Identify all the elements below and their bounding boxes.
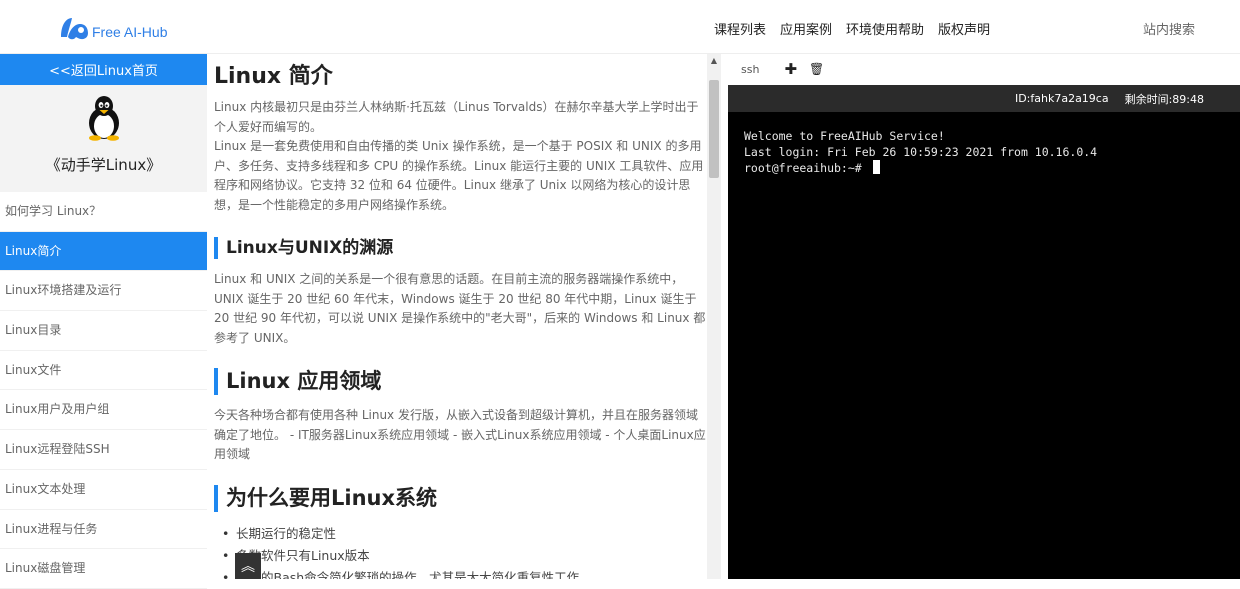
- list-item: 长期运行的稳定性: [222, 523, 707, 545]
- terminal-panel: ssh ✚ 🗑 ID:fahk7a2a19ca 剩余时间:89:48 Welco…: [721, 54, 1240, 579]
- top-navbar: Free AI-Hub 课程列表 应用案例 环境使用帮助 版权声明 站内搜索: [0, 0, 1240, 54]
- why-linux-list: 长期运行的稳定性 多数软件只有Linux版本 熟练的Bash命令简化繁琐的操作，…: [214, 523, 707, 580]
- terminal-cursor: [872, 160, 880, 174]
- course-sidebar: <<返回Linux首页 《动手学Linux》 如何学习 Linux？ Linux…: [0, 54, 207, 589]
- book-header: 《动手学Linux》: [0, 85, 207, 192]
- chapter-text-processing[interactable]: Linux文本处理: [0, 469, 207, 510]
- terminal-prompt: root@freeaihub:~#: [744, 161, 869, 175]
- section-paragraph-applications: 今天各种场合都有使用各种 Linux 发行版，从嵌入式设备到超级计算机，并且在服…: [214, 408, 706, 461]
- chapter-how-to-learn[interactable]: 如何学习 Linux？: [0, 192, 207, 232]
- chapter-users-groups[interactable]: Linux用户及用户组: [0, 390, 207, 431]
- nav-env-help[interactable]: 环境使用帮助: [846, 19, 924, 38]
- back-to-top-button[interactable]: ︽: [235, 553, 261, 579]
- chapter-env-setup[interactable]: Linux环境搭建及运行: [0, 271, 207, 312]
- intro-paragraph-2: Linux 是一套免费使用和自由传播的类 Unix 操作系统，是一个基于 POS…: [214, 139, 704, 212]
- terminal-status-bar: ID:fahk7a2a19ca 剩余时间:89:48: [728, 85, 1240, 112]
- chapter-linux-intro[interactable]: Linux简介: [0, 231, 207, 272]
- section-heading-applications: Linux 应用领域: [214, 368, 707, 395]
- terminal-line: Last login: Fri Feb 26 10:59:23 2021 fro…: [744, 145, 1098, 159]
- section-heading-unix-origin: Linux与UNIX的渊源: [214, 237, 707, 259]
- chapter-processes[interactable]: Linux进程与任务: [0, 509, 207, 550]
- logo-icon: [61, 18, 88, 40]
- chapter-files[interactable]: Linux文件: [0, 350, 207, 391]
- scroll-up-arrow-icon[interactable]: ▲: [707, 54, 721, 68]
- nav-copyright[interactable]: 版权声明: [938, 19, 990, 38]
- content-scrollbar[interactable]: ▲: [707, 54, 721, 579]
- article-content: Linux 简介 Linux 内核最初只是由芬兰人林纳斯·托瓦兹（Linus T…: [207, 54, 707, 579]
- chapter-disk[interactable]: Linux磁盘管理: [0, 549, 207, 589]
- terminal-prompt-line: root@freeaihub:~#: [744, 160, 1240, 176]
- tab-ssh[interactable]: ssh: [728, 54, 773, 85]
- terminal-screen[interactable]: Welcome to FreeAIHub Service! Last login…: [728, 112, 1240, 579]
- plus-icon[interactable]: ✚: [784, 54, 797, 85]
- site-search-link[interactable]: 站内搜索: [1143, 19, 1195, 38]
- chapter-menu: 如何学习 Linux？ Linux简介 Linux环境搭建及运行 Linux目录…: [0, 192, 207, 589]
- site-logo[interactable]: Free AI-Hub: [58, 14, 167, 44]
- back-to-linux-home-button[interactable]: <<返回Linux首页: [0, 54, 207, 85]
- nav-course-list[interactable]: 课程列表: [714, 19, 766, 38]
- double-chevron-up-icon: ︽: [241, 559, 255, 575]
- page-title: Linux 简介: [214, 64, 333, 89]
- chapter-directories[interactable]: Linux目录: [0, 311, 207, 351]
- book-title: 《动手学Linux》: [45, 156, 162, 174]
- trash-icon[interactable]: 🗑: [809, 54, 824, 85]
- intro-paragraph-1: Linux 内核最初只是由芬兰人林纳斯·托瓦兹（Linus Torvalds）在…: [214, 100, 699, 134]
- list-item: 熟练的Bash命令简化繁琐的操作，尤其是大大简化重复性工作: [222, 567, 707, 580]
- nav-use-cases[interactable]: 应用案例: [780, 19, 832, 38]
- main-nav: 课程列表 应用案例 环境使用帮助 版权声明: [714, 19, 990, 38]
- logo-text: Free AI-Hub: [92, 24, 168, 40]
- session-id: ID:fahk7a2a19ca: [1014, 92, 1109, 105]
- time-remaining: 剩余时间:89:48: [1124, 92, 1204, 106]
- scroll-thumb[interactable]: [709, 80, 719, 178]
- terminal-tabs: ssh ✚ 🗑: [728, 54, 824, 85]
- chapter-ssh[interactable]: Linux远程登陆SSH: [0, 430, 207, 470]
- section-heading-why-linux: 为什么要用Linux系统: [214, 484, 707, 512]
- section-paragraph-unix-origin: Linux 和 UNIX 之间的关系是一个很有意思的话题。在目前主流的服务器端操…: [214, 272, 706, 345]
- list-item: 多数软件只有Linux版本: [222, 545, 707, 567]
- tux-penguin-icon: [89, 96, 119, 141]
- terminal-line: Welcome to FreeAIHub Service!: [744, 129, 945, 143]
